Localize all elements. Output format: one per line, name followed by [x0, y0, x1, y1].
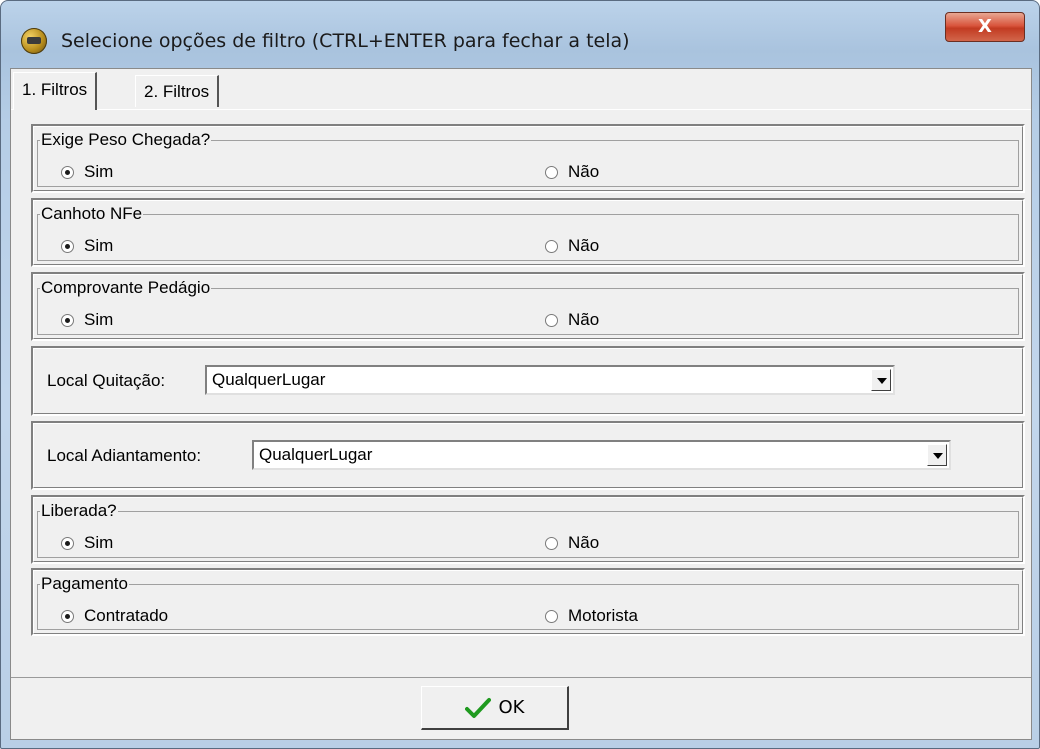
quitacao-label: Local Quitação: — [47, 371, 166, 390]
tab-panel: Exige Peso Chegada? Sim Não Canhoto NFe — [11, 109, 1031, 677]
group-pedagio-legend: Comprovante Pedágio — [41, 278, 211, 297]
adiantamento-select[interactable]: QualquerLugar — [252, 440, 951, 470]
radio-selected-icon — [61, 165, 74, 179]
dialog-window: Selecione opções de filtro (CTRL+ENTER p… — [0, 0, 1040, 749]
radio-selected-icon — [61, 609, 74, 623]
radio-label: Não — [568, 533, 600, 552]
radio-canhoto-sim[interactable]: Sim — [61, 236, 113, 256]
quitacao-select[interactable]: QualquerLugar — [205, 365, 895, 395]
radio-liberada-nao[interactable]: Não — [545, 533, 599, 553]
radio-label: Não — [568, 162, 600, 181]
button-bar: OK — [11, 677, 1031, 739]
group-liberada-legend: Liberada? — [41, 501, 117, 520]
section-quitacao: Local Quitação: QualquerLugar — [31, 346, 1025, 416]
radio-label: Sim — [84, 310, 114, 329]
app-icon — [21, 28, 47, 54]
section-liberada: Liberada? Sim Não — [31, 495, 1025, 564]
tab-filtros-1[interactable]: 1. Filtros — [13, 72, 98, 110]
title-bar: Selecione opções de filtro (CTRL+ENTER p… — [1, 1, 1039, 61]
radio-pedagio-sim[interactable]: Sim — [61, 310, 113, 330]
radio-label: Não — [568, 310, 600, 329]
adiantamento-value: QualquerLugar — [259, 445, 373, 464]
ok-label: OK — [498, 697, 525, 718]
group-liberada: Liberada? — [37, 501, 1019, 558]
radio-label: Motorista — [568, 606, 638, 625]
radio-pagamento-contratado[interactable]: Contratado — [61, 606, 168, 626]
radio-peso-nao[interactable]: Não — [545, 162, 599, 182]
section-pedagio: Comprovante Pedágio Sim Não — [31, 272, 1025, 341]
radio-liberada-sim[interactable]: Sim — [61, 533, 113, 553]
chevron-down-icon[interactable] — [871, 369, 891, 391]
radio-selected-icon — [61, 239, 74, 253]
quitacao-value: QualquerLugar — [212, 370, 326, 389]
group-pedagio: Comprovante Pedágio — [37, 278, 1019, 335]
radio-label: Sim — [84, 162, 114, 181]
radio-peso-sim[interactable]: Sim — [61, 162, 113, 182]
radio-unselected-icon — [545, 239, 558, 253]
radio-label: Contratado — [84, 606, 169, 625]
radio-label: Sim — [84, 533, 114, 552]
group-pagamento: Pagamento — [37, 574, 1019, 630]
ok-button[interactable]: OK — [421, 686, 569, 730]
radio-canhoto-nao[interactable]: Não — [545, 236, 599, 256]
adiantamento-label: Local Adiantamento: — [47, 446, 202, 465]
section-adiantamento: Local Adiantamento: QualquerLugar — [31, 421, 1025, 490]
tab-filtros-2[interactable]: 2. Filtros — [135, 75, 220, 107]
window-title: Selecione opções de filtro (CTRL+ENTER p… — [61, 30, 630, 52]
client-area: 1. Filtros 2. Filtros Exige Peso Chegada… — [10, 68, 1032, 740]
radio-unselected-icon — [545, 313, 558, 327]
close-button[interactable]: X — [945, 12, 1025, 42]
radio-selected-icon — [61, 536, 74, 550]
group-canhoto: Canhoto NFe — [37, 204, 1019, 261]
radio-selected-icon — [61, 313, 74, 327]
section-pagamento: Pagamento Contratado Motorista — [31, 568, 1025, 636]
group-peso-legend: Exige Peso Chegada? — [41, 130, 211, 149]
group-peso: Exige Peso Chegada? — [37, 130, 1019, 187]
checkmark-icon — [464, 697, 491, 718]
radio-pagamento-motorista[interactable]: Motorista — [545, 606, 638, 626]
radio-label: Não — [568, 236, 600, 255]
radio-unselected-icon — [545, 165, 558, 179]
radio-label: Sim — [84, 236, 114, 255]
radio-pedagio-nao[interactable]: Não — [545, 310, 599, 330]
group-pagamento-legend: Pagamento — [41, 574, 128, 593]
section-canhoto: Canhoto NFe Sim Não — [31, 198, 1025, 267]
tab-strip: 1. Filtros 2. Filtros — [11, 69, 1031, 110]
group-canhoto-legend: Canhoto NFe — [41, 204, 143, 223]
radio-unselected-icon — [545, 609, 558, 623]
chevron-down-icon[interactable] — [927, 444, 947, 466]
section-peso: Exige Peso Chegada? Sim Não — [31, 124, 1025, 193]
radio-unselected-icon — [545, 536, 558, 550]
